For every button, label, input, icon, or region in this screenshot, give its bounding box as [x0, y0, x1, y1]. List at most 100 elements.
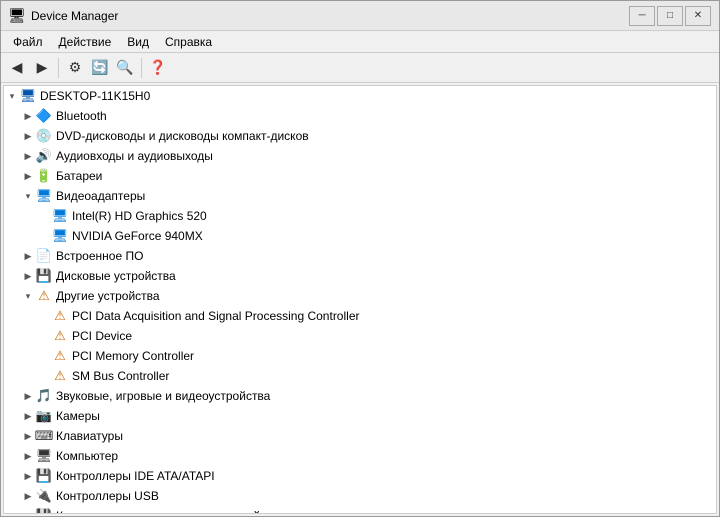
video-toggle[interactable]: ▾ [20, 188, 36, 204]
sound-label: Звуковые, игровые и видеоустройства [56, 389, 270, 403]
battery-toggle[interactable]: ▶ [20, 168, 36, 184]
bluetooth-icon: 🔷 [36, 108, 52, 124]
toolbar-separator-1 [58, 58, 59, 78]
scan-button[interactable]: 🔍 [113, 56, 137, 80]
dvd-label: DVD-дисководы и дисководы компакт-дисков [56, 129, 309, 143]
minimize-button[interactable]: ─ [629, 6, 655, 26]
root-toggle[interactable]: ▾ [4, 88, 20, 104]
embedded-icon: 📄 [36, 248, 52, 264]
tree-item-other[interactable]: ▾ ⚠ Другие устройства [4, 286, 716, 306]
keyboard-toggle[interactable]: ▶ [20, 428, 36, 444]
disk-icon: 💾 [36, 268, 52, 284]
computer-label: Компьютер [56, 449, 118, 463]
tree-item-computer[interactable]: ▶ 🖥 Компьютер [4, 446, 716, 466]
ide-toggle[interactable]: ▶ [20, 468, 36, 484]
disk-label: Дисковые устройства [56, 269, 176, 283]
tree-item-bluetooth[interactable]: ▶ 🔷 Bluetooth [4, 106, 716, 126]
menu-action[interactable]: Действие [51, 33, 120, 51]
main-content: ▾ 🖥 DESKTOP-11K15H0 ▶ 🔷 Bluetooth ▶ 💿 DV… [1, 83, 719, 516]
tree-item-ide[interactable]: ▶ 💾 Контроллеры IDE ATA/ATAPI [4, 466, 716, 486]
other-icon: ⚠ [36, 288, 52, 304]
bluetooth-toggle[interactable]: ▶ [20, 108, 36, 124]
other-toggle[interactable]: ▾ [20, 288, 36, 304]
storage-icon: 💾 [36, 508, 52, 514]
maximize-button[interactable]: □ [657, 6, 683, 26]
pci-data-label: PCI Data Acquisition and Signal Processi… [72, 309, 359, 323]
other-label: Другие устройства [56, 289, 160, 303]
device-manager-window: 🖥 Device Manager ─ □ ✕ Файл Действие Вид… [0, 0, 720, 517]
pci-data-icon: ⚠ [52, 308, 68, 324]
forward-button[interactable]: ▶ [30, 56, 54, 80]
intel-gpu-icon: 🖥 [52, 208, 68, 224]
window-controls: ─ □ ✕ [629, 6, 711, 26]
help-button[interactable]: ❓ [146, 56, 170, 80]
pci-device-icon: ⚠ [52, 328, 68, 344]
tree-item-sound[interactable]: ▶ 🎵 Звуковые, игровые и видеоустройства [4, 386, 716, 406]
toolbar-separator-2 [141, 58, 142, 78]
menu-file[interactable]: Файл [5, 33, 51, 51]
video-label: Видеоадаптеры [56, 189, 145, 203]
sm-bus-icon: ⚠ [52, 368, 68, 384]
computer-icon: 🖥 [20, 88, 36, 104]
tree-item-battery[interactable]: ▶ 🔋 Батареи [4, 166, 716, 186]
dvd-toggle[interactable]: ▶ [20, 128, 36, 144]
computer-toggle[interactable]: ▶ [20, 448, 36, 464]
tree-item-pci-device[interactable]: ▶ ⚠ PCI Device [4, 326, 716, 346]
battery-label: Батареи [56, 169, 102, 183]
computer2-icon: 🖥 [36, 448, 52, 464]
audio-icon: 🔊 [36, 148, 52, 164]
tree-item-keyboard[interactable]: ▶ ⌨ Клавиатуры [4, 426, 716, 446]
window-title: Device Manager [31, 9, 629, 23]
audio-toggle[interactable]: ▶ [20, 148, 36, 164]
tree-item-video[interactable]: ▾ 🖥 Видеоадаптеры [4, 186, 716, 206]
title-bar: 🖥 Device Manager ─ □ ✕ [1, 1, 719, 31]
menu-bar: Файл Действие Вид Справка [1, 31, 719, 53]
root-label: DESKTOP-11K15H0 [40, 89, 150, 103]
audio-label: Аудиовходы и аудиовыходы [56, 149, 213, 163]
sound-icon: 🎵 [36, 388, 52, 404]
tree-item-nvidia-gpu[interactable]: ▶ 🖥 NVIDIA GeForce 940MX [4, 226, 716, 246]
tree-item-camera[interactable]: ▶ 📷 Камеры [4, 406, 716, 426]
tree-item-usb[interactable]: ▶ 🔌 Контроллеры USB [4, 486, 716, 506]
close-button[interactable]: ✕ [685, 6, 711, 26]
keyboard-icon: ⌨ [36, 428, 52, 444]
tree-root[interactable]: ▾ 🖥 DESKTOP-11K15H0 [4, 86, 716, 106]
toolbar: ◀ ▶ ⚙ 🔄 🔍 ❓ [1, 53, 719, 83]
video-icon: 🖥 [36, 188, 52, 204]
intel-gpu-label: Intel(R) HD Graphics 520 [72, 209, 207, 223]
pci-memory-label: PCI Memory Controller [72, 349, 194, 363]
device-tree[interactable]: ▾ 🖥 DESKTOP-11K15H0 ▶ 🔷 Bluetooth ▶ 💿 DV… [3, 85, 717, 514]
usb-icon: 🔌 [36, 488, 52, 504]
dvd-icon: 💿 [36, 128, 52, 144]
pci-device-label: PCI Device [72, 329, 132, 343]
embedded-label: Встроенное ПО [56, 249, 143, 263]
back-button[interactable]: ◀ [5, 56, 29, 80]
battery-icon: 🔋 [36, 168, 52, 184]
tree-item-storage[interactable]: ▶ 💾 Контроллеры запоминающих устройств [4, 506, 716, 514]
tree-item-audio[interactable]: ▶ 🔊 Аудиовходы и аудиовыходы [4, 146, 716, 166]
disk-toggle[interactable]: ▶ [20, 268, 36, 284]
tree-item-intel-gpu[interactable]: ▶ 🖥 Intel(R) HD Graphics 520 [4, 206, 716, 226]
usb-toggle[interactable]: ▶ [20, 488, 36, 504]
menu-help[interactable]: Справка [157, 33, 220, 51]
sound-toggle[interactable]: ▶ [20, 388, 36, 404]
tree-item-sm-bus[interactable]: ▶ ⚠ SM Bus Controller [4, 366, 716, 386]
embedded-toggle[interactable]: ▶ [20, 248, 36, 264]
bluetooth-label: Bluetooth [56, 109, 107, 123]
tree-item-pci-memory[interactable]: ▶ ⚠ PCI Memory Controller [4, 346, 716, 366]
nvidia-gpu-icon: 🖥 [52, 228, 68, 244]
nvidia-gpu-label: NVIDIA GeForce 940MX [72, 229, 203, 243]
storage-toggle[interactable]: ▶ [20, 508, 36, 514]
app-icon: 🖥 [9, 8, 25, 24]
update-button[interactable]: 🔄 [88, 56, 112, 80]
tree-item-pci-data[interactable]: ▶ ⚠ PCI Data Acquisition and Signal Proc… [4, 306, 716, 326]
tree-item-embedded[interactable]: ▶ 📄 Встроенное ПО [4, 246, 716, 266]
camera-label: Камеры [56, 409, 100, 423]
keyboard-label: Клавиатуры [56, 429, 123, 443]
menu-view[interactable]: Вид [119, 33, 157, 51]
pci-memory-icon: ⚠ [52, 348, 68, 364]
tree-item-disk[interactable]: ▶ 💾 Дисковые устройства [4, 266, 716, 286]
camera-toggle[interactable]: ▶ [20, 408, 36, 424]
tree-item-dvd[interactable]: ▶ 💿 DVD-дисководы и дисководы компакт-ди… [4, 126, 716, 146]
properties-button[interactable]: ⚙ [63, 56, 87, 80]
